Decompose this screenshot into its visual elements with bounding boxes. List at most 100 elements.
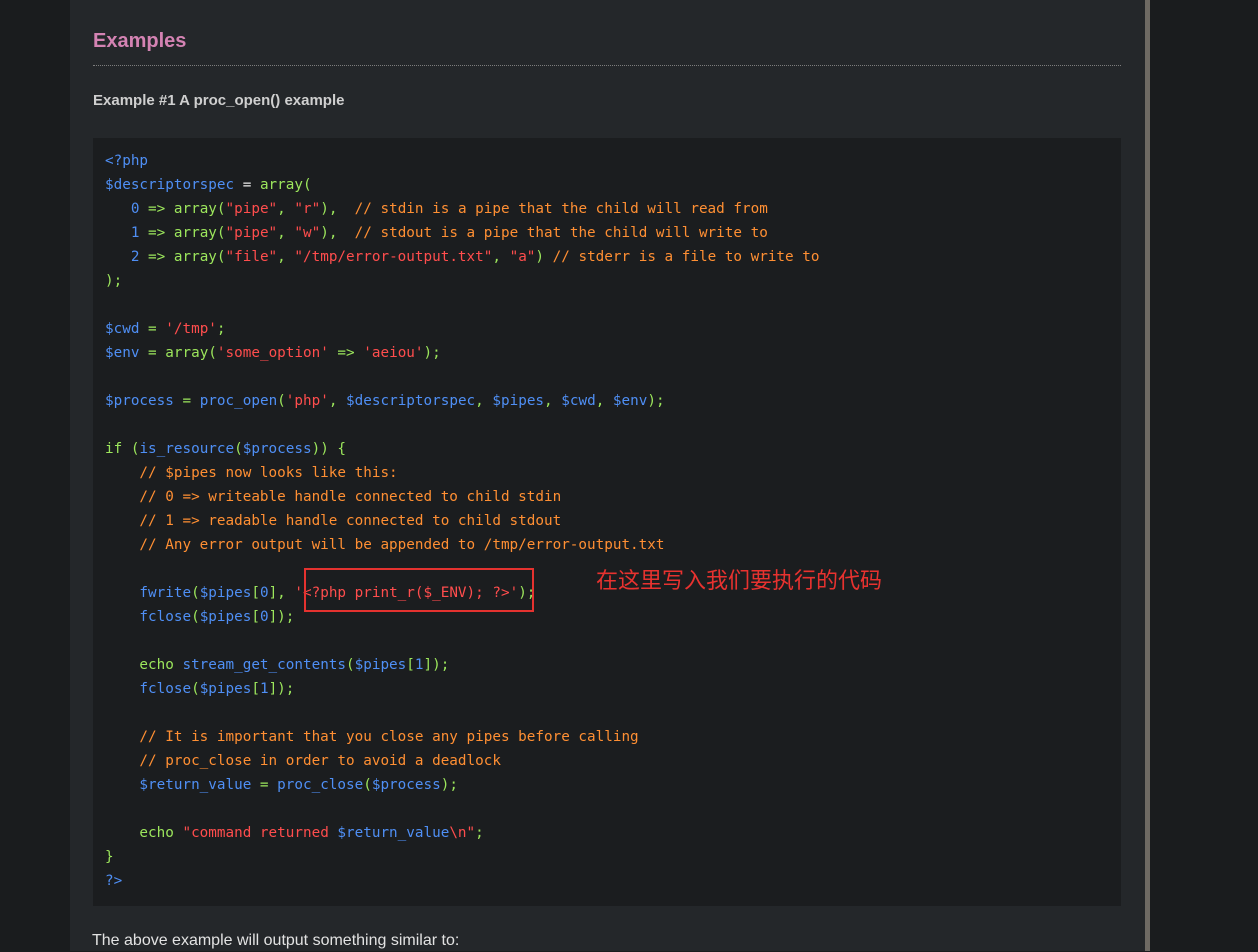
content-panel: Examples Example #1 A proc_open() exampl… xyxy=(70,0,1145,951)
code-token: ); xyxy=(647,393,665,409)
code-line: // Any error output will be appended to … xyxy=(105,533,819,557)
code-token: $process xyxy=(371,777,441,793)
code-token: "r" xyxy=(294,201,321,217)
code-line: fclose($pipes[1]); xyxy=(105,677,819,701)
code-token: $process xyxy=(105,393,174,409)
code-line: 1 => array("pipe", "w"), // stdout is a … xyxy=(105,221,819,245)
code-token: 0 xyxy=(105,201,149,217)
code-token: // It is important that you close any pi… xyxy=(105,729,639,745)
code-token: ], xyxy=(268,585,295,601)
code-token: fclose xyxy=(105,609,192,625)
code-token: ]); xyxy=(423,657,450,673)
code-token: ), xyxy=(320,225,355,241)
code-token: "command returned xyxy=(182,825,338,841)
code-token: fwrite xyxy=(105,585,192,601)
code-token: ]); xyxy=(268,609,295,625)
code-line: <?php xyxy=(105,149,819,173)
code-example-block: <?php $descriptorspec = array( 0 => array… xyxy=(93,138,1121,906)
code-token: "pipe" xyxy=(225,201,278,217)
code-token: , xyxy=(277,201,295,217)
code-token: proc_close xyxy=(277,777,364,793)
code-token: // 1 => readable handle connected to chi… xyxy=(105,513,562,529)
code-token: '/tmp' xyxy=(165,321,217,337)
code-line: $return_value = proc_close($process); xyxy=(105,773,819,797)
code-line: } xyxy=(105,845,819,869)
example-title: Example #1 A proc_open() example xyxy=(93,92,345,109)
code-token: $pipes xyxy=(199,681,252,697)
code-token: 1 xyxy=(414,657,424,673)
code-line: ?> xyxy=(105,869,819,893)
code-token: [ xyxy=(251,681,260,697)
code-token: $env xyxy=(612,393,648,409)
code-token: if ( xyxy=(105,441,140,457)
code-token: $return_value xyxy=(105,777,252,793)
code-token: $pipes xyxy=(199,609,252,625)
code-token: "file" xyxy=(225,249,278,265)
code-token: , xyxy=(475,393,493,409)
code-token: array( xyxy=(165,345,217,361)
code-token: ?> xyxy=(105,873,123,889)
code-token: proc_open xyxy=(199,393,278,409)
code-line: $descriptorspec = array( xyxy=(105,173,819,197)
code-line: ); xyxy=(105,269,819,293)
code-line: $cwd = '/tmp'; xyxy=(105,317,819,341)
code-token: 0 xyxy=(259,585,269,601)
code-token: , xyxy=(277,225,295,241)
code-token: $return_value xyxy=(337,825,450,841)
page-scroll-divider xyxy=(1145,0,1150,951)
code-token: ]); xyxy=(268,681,295,697)
code-token: ); xyxy=(105,273,123,289)
code-token: echo xyxy=(105,825,183,841)
code-listing: <?php $descriptorspec = array( 0 => array… xyxy=(105,149,819,893)
code-token: 1 xyxy=(259,681,269,697)
code-token: = xyxy=(234,177,260,193)
code-line: // proc_close in order to avoid a deadlo… xyxy=(105,749,819,773)
code-token: = xyxy=(251,777,278,793)
code-token: fclose xyxy=(105,681,192,697)
code-token: [ xyxy=(251,585,260,601)
code-line: 0 => array("pipe", "r"), // stdin is a p… xyxy=(105,197,819,221)
highlight-box xyxy=(304,568,534,612)
code-token: $cwd xyxy=(561,393,596,409)
code-line: // 0 => writeable handle connected to ch… xyxy=(105,485,819,509)
code-token: [ xyxy=(406,657,415,673)
code-token: ( xyxy=(191,609,200,625)
code-token: ( xyxy=(363,777,372,793)
code-line: $env = array('some_option' => 'aeiou'); xyxy=(105,341,819,365)
code-token: } xyxy=(105,849,114,865)
code-token: 'php' xyxy=(285,393,329,409)
code-token: \n" xyxy=(449,825,476,841)
code-token: 0 xyxy=(259,609,269,625)
code-token: => array( xyxy=(148,201,226,217)
code-token: => xyxy=(328,345,364,361)
output-intro-text: The above example will output something … xyxy=(92,932,460,949)
code-token: echo xyxy=(105,657,183,673)
code-token: // $pipes now looks like this: xyxy=(105,465,398,481)
code-token: ( xyxy=(277,393,286,409)
section-title: Examples xyxy=(93,30,187,52)
code-token: $cwd xyxy=(105,321,140,337)
code-token: => array( xyxy=(148,225,226,241)
code-line: // $pipes now looks like this: xyxy=(105,461,819,485)
code-token: $pipes xyxy=(354,657,407,673)
code-token: ); xyxy=(423,345,441,361)
code-token: ( xyxy=(234,441,243,457)
code-token: = xyxy=(139,345,166,361)
code-token: $pipes xyxy=(492,393,545,409)
code-token: "a" xyxy=(509,249,536,265)
code-token: <?php xyxy=(105,153,149,169)
code-line: $process = proc_open('php', $descriptors… xyxy=(105,389,819,413)
code-token: , xyxy=(492,249,510,265)
code-token: ), xyxy=(320,201,355,217)
code-token: )) { xyxy=(311,441,347,457)
code-line: echo stream_get_contents($pipes[1]); xyxy=(105,653,819,677)
code-token: ); xyxy=(440,777,458,793)
code-token: ) xyxy=(535,249,553,265)
code-line: if (is_resource($process)) { xyxy=(105,437,819,461)
